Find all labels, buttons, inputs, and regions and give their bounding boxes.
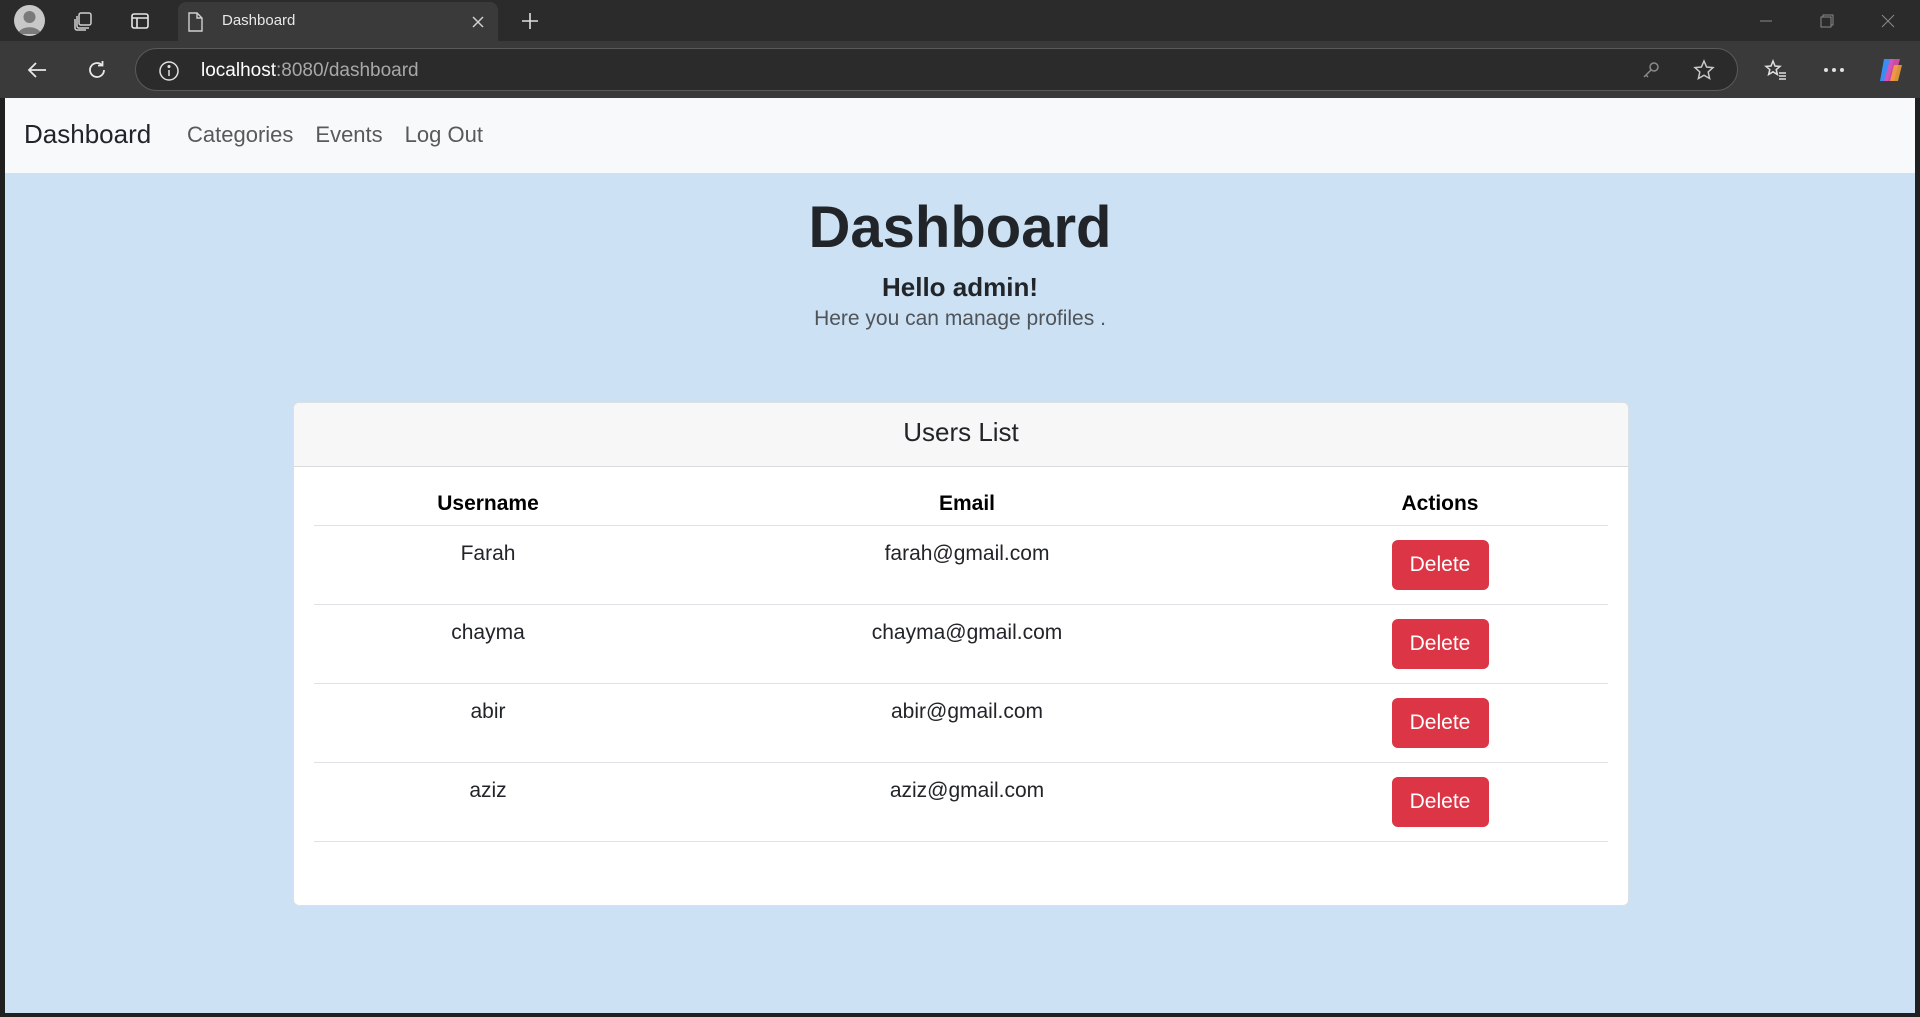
- copilot-icon[interactable]: [1874, 53, 1908, 87]
- cell-email: farah@gmail.com: [662, 525, 1272, 605]
- cell-username: Farah: [314, 525, 662, 605]
- close-tab-icon[interactable]: [467, 11, 489, 33]
- cell-actions: Delete: [1272, 525, 1608, 605]
- greeting: Hello admin!: [881, 272, 1038, 302]
- nav-link-categories[interactable]: Categories: [187, 122, 293, 148]
- table-header-row: Username Email Actions: [314, 483, 1608, 526]
- profile-avatar-icon[interactable]: [14, 5, 45, 36]
- cell-email: aziz@gmail.com: [662, 762, 1272, 842]
- navbar-links: Categories Events Log Out: [187, 122, 483, 148]
- new-tab-icon[interactable]: [515, 6, 545, 36]
- tab-dashboard[interactable]: Dashboard: [178, 2, 498, 41]
- page-title: Dashboard: [808, 195, 1112, 260]
- tab-actions-icon[interactable]: [125, 6, 155, 36]
- users-card: Users List Username Email Actions Farah …: [293, 402, 1629, 906]
- site-navbar: Dashboard Categories Events Log Out: [5, 98, 1915, 173]
- tab-title: Dashboard: [222, 12, 296, 29]
- favorite-star-icon[interactable]: [1693, 59, 1715, 81]
- page-icon: [187, 12, 203, 37]
- column-header-username: Username: [314, 483, 662, 526]
- cell-actions: Delete: [1272, 683, 1608, 763]
- cell-email: abir@gmail.com: [662, 683, 1272, 763]
- cell-actions: Delete: [1272, 762, 1608, 842]
- cell-actions: Delete: [1272, 604, 1608, 684]
- restore-icon[interactable]: [1797, 0, 1857, 41]
- delete-button[interactable]: Delete: [1391, 697, 1489, 748]
- cell-username: aziz: [314, 762, 662, 842]
- delete-button[interactable]: Delete: [1391, 776, 1489, 827]
- url-text: localhost:8080/dashboard: [201, 60, 419, 82]
- refresh-icon[interactable]: [80, 53, 114, 87]
- card-title: Users List: [294, 403, 1628, 467]
- cell-username: chayma: [314, 604, 662, 684]
- close-window-icon[interactable]: [1858, 0, 1918, 41]
- key-icon[interactable]: [1640, 59, 1662, 81]
- site-info-icon[interactable]: [158, 60, 180, 87]
- url-path: :8080/dashboard: [276, 60, 419, 81]
- address-bar[interactable]: localhost:8080/dashboard: [135, 48, 1738, 91]
- nav-link-events[interactable]: Events: [315, 122, 382, 148]
- table-row: abir abir@gmail.com Delete: [314, 683, 1608, 763]
- delete-button[interactable]: Delete: [1391, 539, 1489, 590]
- browser-toolbar: localhost:8080/dashboard: [0, 41, 1920, 98]
- table-row: Farah farah@gmail.com Delete: [314, 525, 1608, 605]
- cell-email: chayma@gmail.com: [662, 604, 1272, 684]
- table-row: aziz aziz@gmail.com Delete: [314, 762, 1608, 842]
- page-viewport: Dashboard Categories Events Log Out Dash…: [5, 98, 1915, 1013]
- minimize-icon[interactable]: [1736, 0, 1796, 41]
- more-options-icon[interactable]: [1817, 53, 1851, 87]
- nav-link-logout[interactable]: Log Out: [405, 122, 483, 148]
- column-header-email: Email: [662, 483, 1272, 526]
- page-subtitle: Here you can manage profiles .: [814, 307, 1106, 330]
- table-row: chayma chayma@gmail.com Delete: [314, 604, 1608, 684]
- browser-titlebar: Dashboard: [0, 0, 1920, 41]
- back-arrow-icon[interactable]: [20, 53, 54, 87]
- users-table: Username Email Actions Farah farah@gmail…: [314, 483, 1608, 842]
- cell-username: abir: [314, 683, 662, 763]
- delete-button[interactable]: Delete: [1391, 618, 1489, 669]
- column-header-actions: Actions: [1272, 483, 1608, 526]
- navbar-brand[interactable]: Dashboard: [24, 119, 151, 150]
- workspaces-icon[interactable]: [68, 6, 98, 36]
- favorites-icon[interactable]: [1759, 53, 1793, 87]
- url-host: localhost: [201, 60, 276, 81]
